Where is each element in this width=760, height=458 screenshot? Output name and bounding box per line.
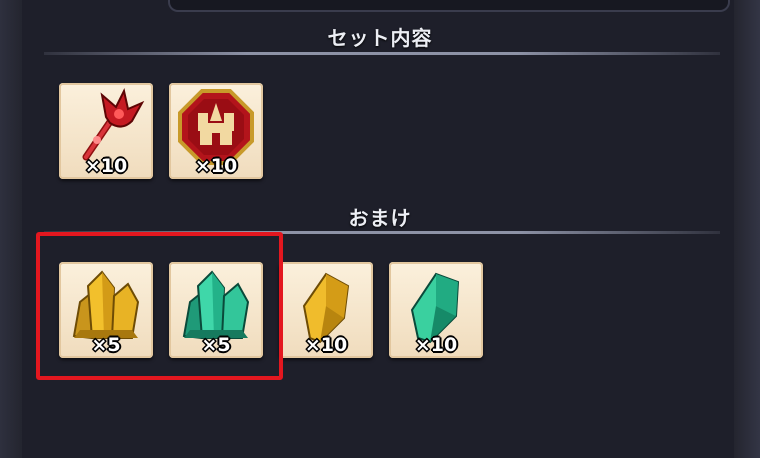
item-quantity: ×10 <box>414 334 458 356</box>
item-tile-red-scepter[interactable]: ×10 <box>59 83 153 179</box>
set-contents-divider <box>44 52 720 55</box>
bonus-title: おまけ <box>348 206 412 230</box>
item-quantity: ×10 <box>84 155 128 177</box>
item-tile-gold-crystal[interactable]: ×10 <box>279 262 373 358</box>
item-quantity: ×10 <box>194 155 238 177</box>
item-tile-green-crystal[interactable]: ×10 <box>389 262 483 358</box>
highlight-box <box>36 232 283 380</box>
item-quantity: ×10 <box>304 334 348 356</box>
top-panel-frame <box>168 0 730 12</box>
item-tile-red-castle-medal[interactable]: ×10 <box>169 83 263 179</box>
set-contents-title: セット内容 <box>327 26 433 50</box>
